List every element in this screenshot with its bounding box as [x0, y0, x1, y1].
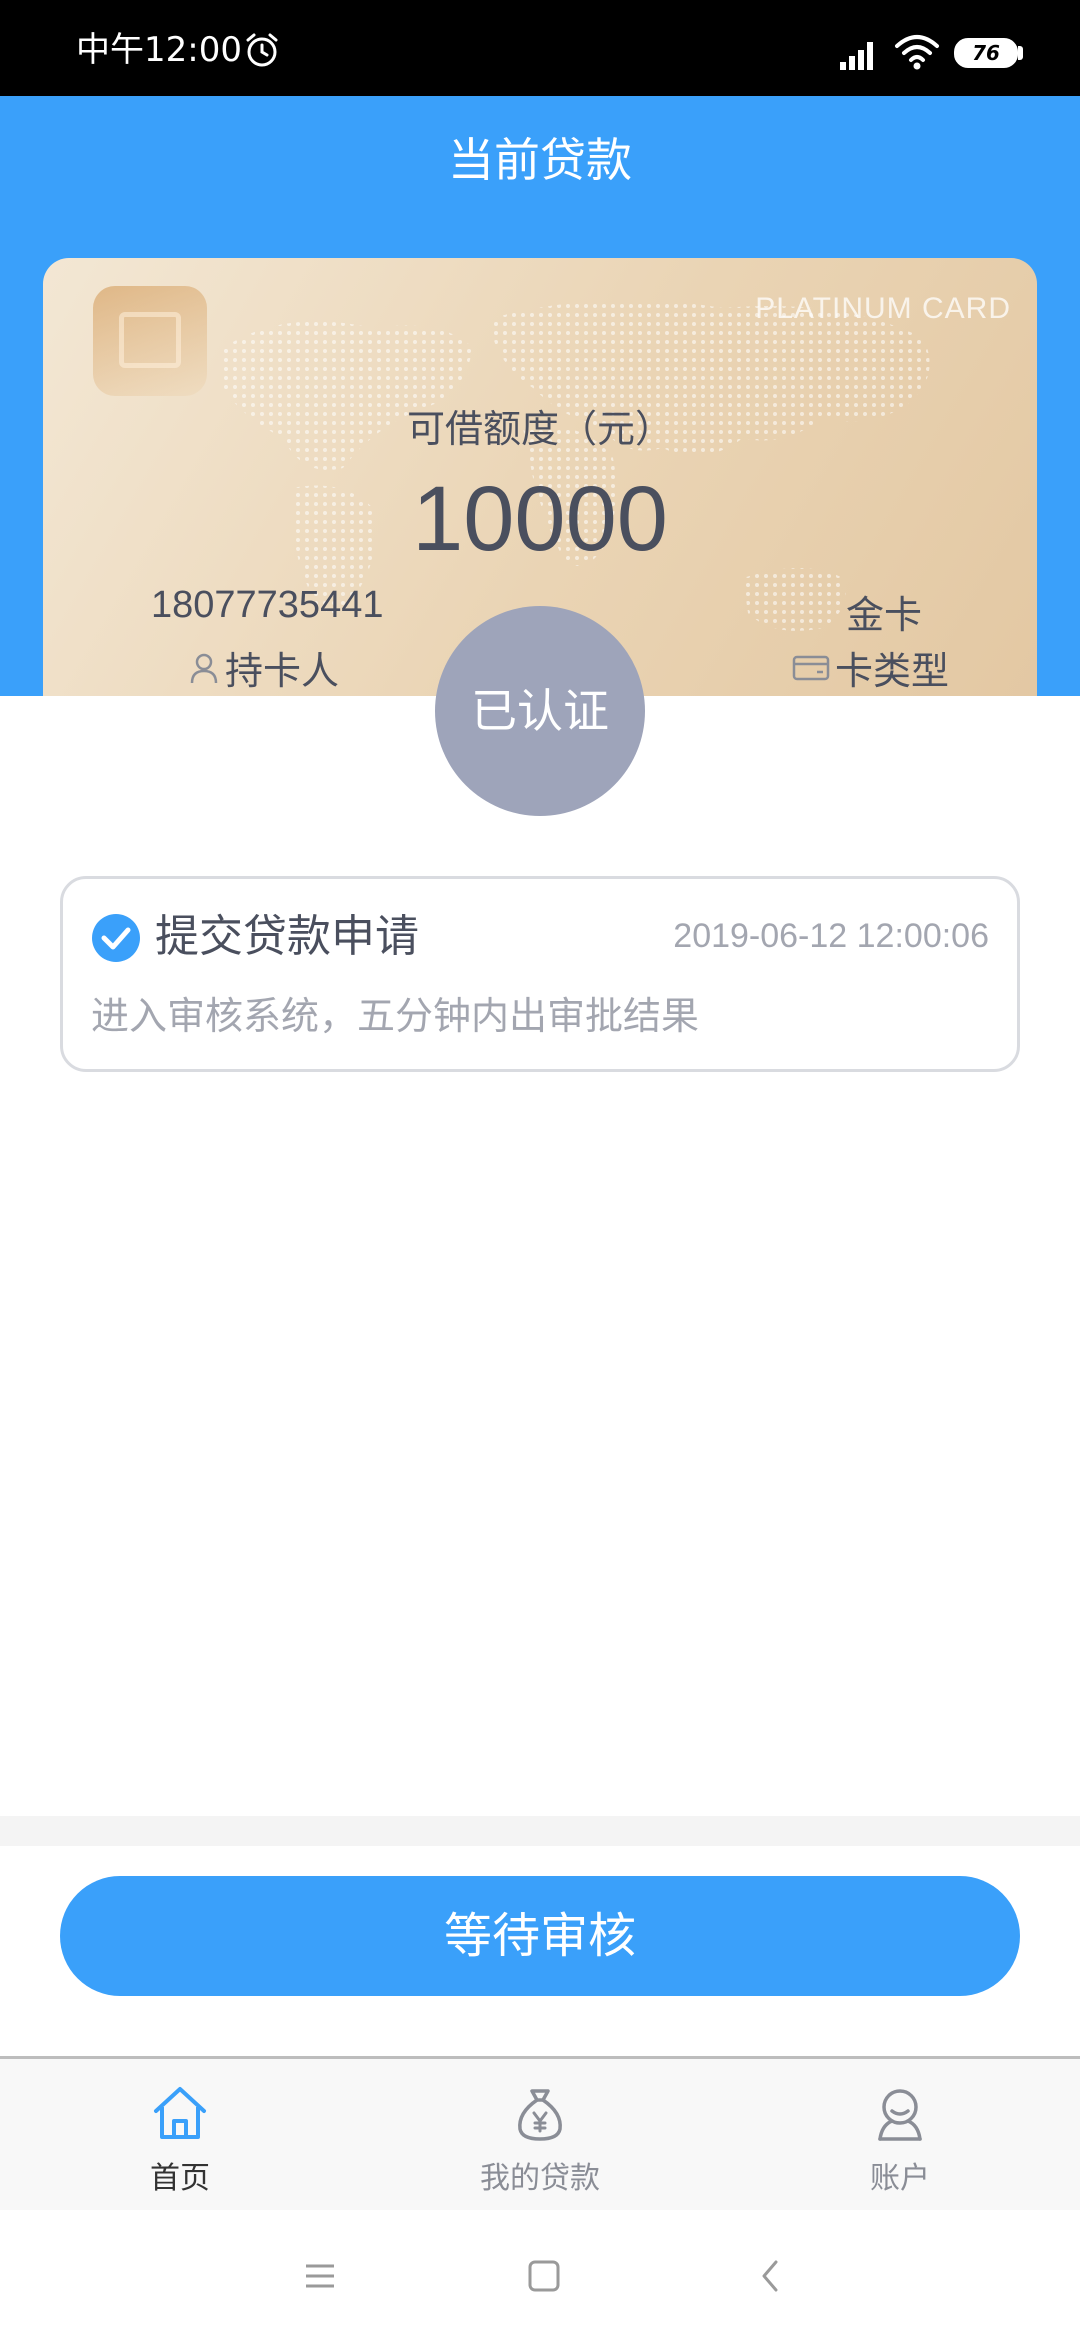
section-divider — [0, 1816, 1080, 1846]
waiting-review-button[interactable]: 等待审核 — [60, 1876, 1020, 1996]
holder-label-group: 持卡人 — [189, 640, 339, 695]
home-icon — [154, 2087, 206, 2139]
holder-label: 持卡人 — [225, 649, 340, 693]
status-time: 中午12:00 — [76, 30, 242, 70]
tab-my-loans-label: 我的贷款 — [480, 2161, 600, 2196]
tab-account-label: 账户 — [870, 2161, 930, 2196]
wifi-icon — [895, 35, 939, 70]
bottom-tab-bar: 首页 我的贷款 账户 — [0, 2056, 1080, 2210]
system-navigation-bar — [0, 2210, 1080, 2340]
home-square-icon[interactable] — [516, 2248, 572, 2304]
status-bar: 中午12:00 76 — [0, 0, 1080, 96]
card-logo — [93, 286, 207, 396]
back-icon[interactable] — [742, 2248, 798, 2304]
card-icon — [792, 655, 830, 680]
tab-home-label: 首页 — [150, 2161, 210, 2196]
alarm-icon — [246, 33, 278, 67]
person-icon — [190, 653, 218, 683]
check-circle-icon — [92, 914, 140, 962]
menu-icon[interactable] — [292, 2248, 348, 2304]
application-description: 进入审核系统，五分钟内出审批结果 — [91, 994, 700, 1038]
limit-label: 可借额度（元） — [406, 407, 673, 451]
app-screen: 中午12:00 76 当前贷款 PLATINUM CARD 可借额度（元） 10… — [0, 0, 1080, 2340]
battery-tip — [1018, 46, 1023, 60]
limit-amount: 10000 — [412, 468, 668, 570]
card-type-value: 金卡 — [846, 593, 923, 637]
card-brand-text: PLATINUM CARD — [755, 292, 1011, 325]
card-logo-mark — [119, 312, 181, 368]
card-type-label: 卡类型 — [835, 649, 950, 693]
tab-my-loans[interactable]: 我的贷款 — [360, 2059, 720, 2209]
battery-indicator: 76 — [954, 38, 1018, 68]
page-title: 当前贷款 — [448, 133, 632, 187]
card-type-group: 卡类型 — [791, 640, 949, 695]
verified-badge: 已认证 — [435, 606, 645, 816]
application-title: 提交贷款申请 — [155, 911, 419, 962]
application-time: 2019-06-12 12:00:06 — [673, 917, 989, 955]
signal-icon — [840, 42, 873, 70]
application-status-item: 提交贷款申请 2019-06-12 12:00:06 进入审核系统，五分钟内出审… — [60, 876, 1020, 1072]
money-bag-icon — [518, 2089, 562, 2141]
tab-home[interactable]: 首页 — [0, 2059, 360, 2209]
tab-account[interactable]: 账户 — [720, 2059, 1080, 2209]
holder-phone: 18077735441 — [151, 584, 384, 626]
account-icon — [878, 2089, 922, 2141]
